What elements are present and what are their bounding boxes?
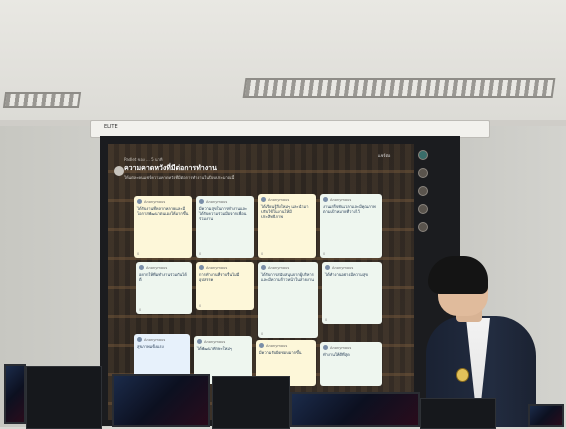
board-header: Padlet ของ ... 5 นาที ความคาดหวังที่มีต่…	[124, 156, 234, 181]
board-description: ให้แต่ละคนแชร์ความคาดหวังที่มีต่อการทำงา…	[124, 175, 235, 180]
user-avatar-icon	[323, 197, 328, 202]
board-header-small: Padlet ของ ... 5 นาที	[124, 157, 163, 162]
monitor-far-right	[528, 404, 564, 427]
padlet-card: Anonymous อยากให้ทีมทำงานร่วมกันได้ดี 0	[136, 262, 192, 314]
pc-tower	[212, 376, 290, 429]
user-avatar-icon	[137, 199, 142, 204]
monitor-center	[112, 374, 210, 427]
user-avatar-icon	[325, 265, 330, 270]
user-avatar-icon	[261, 265, 266, 270]
ceiling-light-left	[2, 92, 82, 108]
padlet-card: Anonymous ได้ทำงานอย่างมีความสุข 0	[322, 262, 382, 324]
board-avatar	[114, 166, 124, 176]
presenter-hair	[428, 256, 488, 294]
padlet-card: Anonymous งานเสร็จทันเวลาและมีคุณภาพตามเ…	[320, 194, 382, 258]
projected-toolbar	[418, 150, 428, 240]
user-avatar-icon	[137, 337, 142, 342]
monitor-left	[4, 364, 26, 424]
user-avatar-icon	[323, 345, 328, 350]
toolbar-button-icon	[418, 168, 428, 178]
monitor-right	[290, 392, 420, 427]
padlet-card: Anonymous ได้เรียนรู้สิ่งใหม่ๆ และนำมาปร…	[258, 194, 316, 258]
user-avatar-icon	[199, 199, 204, 204]
pc-tower	[420, 398, 496, 429]
pc-tower	[26, 366, 102, 429]
board-title: ความคาดหวังที่มีต่อการทำงาน	[124, 164, 217, 172]
share-label: แชร์ต่อ	[378, 153, 391, 158]
ceiling	[0, 0, 566, 120]
padlet-card: Anonymous การทำงานที่ราบรื่นไม่มีอุปสรรค…	[196, 262, 254, 310]
toolbar-button-icon	[418, 222, 428, 232]
user-avatar-icon	[197, 339, 202, 344]
ceiling-light	[242, 78, 556, 98]
user-avatar-icon	[261, 197, 266, 202]
toolbar-button-icon	[418, 150, 428, 160]
padlet-card: Anonymous มีความสุขในการทำงานและได้รับคว…	[196, 196, 254, 258]
padlet-card: Anonymous ทำงานให้ดีที่สุด	[320, 342, 382, 386]
toolbar-button-icon	[418, 186, 428, 196]
user-avatar-icon	[259, 343, 264, 348]
user-avatar-icon	[139, 265, 144, 270]
jacket-emblem	[456, 368, 469, 382]
padlet-card: Anonymous ได้รับงานที่หลากหลายและมีโอกาส…	[134, 196, 192, 258]
user-avatar-icon	[199, 265, 204, 270]
housing-brand-label: ELITE	[104, 124, 118, 130]
toolbar-button-icon	[418, 204, 428, 214]
padlet-card: Anonymous ได้รับการสนับสนุนจากผู้บริหารแ…	[258, 262, 318, 338]
